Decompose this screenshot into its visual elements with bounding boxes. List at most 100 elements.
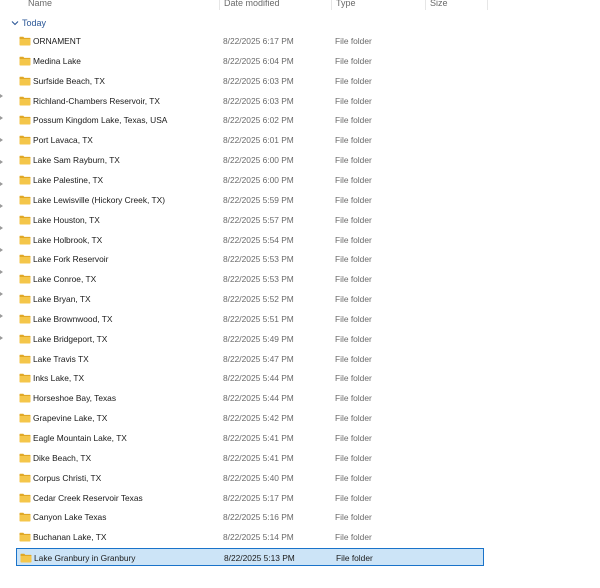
- file-date-modified: 8/22/2025 5:52 PM: [223, 294, 294, 305]
- file-date-modified: 8/22/2025 5:16 PM: [223, 512, 294, 523]
- file-date-modified: 8/22/2025 5:41 PM: [223, 433, 294, 443]
- folder-icon: [19, 493, 31, 503]
- nav-expand-chevron-icon[interactable]: [0, 292, 3, 296]
- file-name: ORNAMENT: [33, 36, 81, 46]
- file-type: File folder: [335, 234, 372, 245]
- file-row[interactable]: Eagle Mountain Lake, TX 8/22/2025 5:41 PM…: [16, 429, 484, 447]
- file-row[interactable]: Lake Bryan, TX 8/22/2025 5:52 PM File fold…: [16, 290, 484, 308]
- file-row-selected[interactable]: Lake Granbury in Granbury 8/22/2025 5:13 …: [16, 548, 484, 567]
- file-row[interactable]: Dike Beach, TX 8/22/2025 5:41 PM File fold…: [16, 449, 484, 467]
- file-row[interactable]: Richland-Chambers Reservoir, TX 8/22/2025…: [16, 92, 484, 110]
- file-row[interactable]: Lake Conroe, TX 8/22/2025 5:53 PM File fol…: [16, 270, 484, 288]
- file-row[interactable]: Lake Holbrook, TX 8/22/2025 5:54 PM File f…: [16, 231, 484, 249]
- file-name: Corpus Christi, TX: [33, 472, 102, 483]
- file-date-modified: 8/22/2025 6:03 PM: [223, 95, 294, 106]
- folder-icon: [19, 136, 31, 145]
- file-type: File folder: [335, 95, 372, 106]
- file-name: Canyon Lake Texas: [33, 512, 107, 523]
- folder-icon: [19, 334, 31, 344]
- folder-icon: [19, 215, 31, 225]
- file-row[interactable]: Surfside Beach, TX 8/22/2025 6:03 PM File …: [16, 72, 484, 90]
- file-row[interactable]: Corpus Christi, TX 8/22/2025 5:40 PM File …: [16, 469, 484, 487]
- file-row[interactable]: Possum Kingdom Lake, Texas, USA 8/22/2025…: [16, 111, 484, 129]
- file-name: Port Lavaca, TX: [33, 135, 93, 146]
- nav-expand-chevron-icon[interactable]: [0, 204, 3, 208]
- column-header-date-modified[interactable]: Date modified: [219, 0, 331, 10]
- file-row[interactable]: Lake Bridgeport, TX 8/22/2025 5:49 PM File…: [16, 330, 484, 348]
- file-type: File folder: [336, 553, 373, 564]
- file-row[interactable]: Lake Palestine, TX 8/22/2025 6:00 PM File …: [16, 171, 484, 189]
- folder-icon: [19, 96, 31, 106]
- file-name: Richland-Chambers Reservoir, TX: [33, 95, 160, 106]
- folder-icon: [19, 175, 31, 185]
- file-date-modified: 8/22/2025 6:00 PM: [223, 155, 294, 166]
- group-header-today[interactable]: Today: [10, 15, 46, 31]
- file-date-modified: 8/22/2025 5:13 PM: [224, 553, 295, 564]
- folder-icon: [19, 116, 31, 125]
- file-name: Lake Bryan, TX: [33, 294, 91, 305]
- nav-expand-chevron-icon[interactable]: [0, 182, 3, 186]
- column-header-type[interactable]: Type: [331, 0, 425, 10]
- file-row[interactable]: Port Lavaca, TX 8/22/2025 6:01 PM File fol…: [16, 131, 484, 149]
- file-row[interactable]: Lake Lewisville (Hickory Creek, TX) 8/22/…: [16, 191, 484, 209]
- file-row[interactable]: Lake Travis TX 8/22/2025 5:47 PM File fold…: [16, 350, 484, 368]
- nav-expand-chevron-icon[interactable]: [0, 248, 3, 252]
- folder-icon: [19, 36, 31, 46]
- column-header-bar: Name Date modified Type Size: [0, 0, 600, 10]
- file-row[interactable]: Cedar Creek Reservoir Texas 8/22/2025 5:1…: [16, 489, 484, 507]
- column-header-end: [487, 0, 497, 10]
- column-header-size[interactable]: Size: [425, 0, 487, 10]
- folder-icon: [19, 533, 31, 542]
- column-header-name[interactable]: Name: [24, 0, 219, 10]
- file-row[interactable]: Medina Lake 8/22/2025 6:04 PM File folder: [16, 52, 484, 70]
- folder-icon: [19, 274, 31, 284]
- file-type: File folder: [335, 36, 372, 46]
- nav-expand-chevron-icon[interactable]: [0, 160, 3, 164]
- nav-expand-chevron-icon[interactable]: [0, 138, 3, 142]
- folder-icon: [19, 453, 31, 463]
- file-row[interactable]: Buchanan Lake, TX 8/22/2025 5:14 PM File f…: [16, 528, 484, 546]
- file-row[interactable]: Lake Houston, TX 8/22/2025 5:57 PM File fo…: [16, 211, 484, 229]
- file-date-modified: 8/22/2025 5:41 PM: [223, 452, 294, 463]
- file-type: File folder: [335, 174, 372, 185]
- nav-expand-chevron-icon[interactable]: [0, 314, 3, 318]
- file-row[interactable]: Horseshoe Bay, Texas 8/22/2025 5:44 PM Fil…: [16, 389, 484, 407]
- file-row[interactable]: Lake Brownwood, TX 8/22/2025 5:51 PM File …: [16, 310, 484, 328]
- file-type: File folder: [335, 532, 372, 543]
- file-row[interactable]: Canyon Lake Texas 8/22/2025 5:16 PM File f…: [16, 508, 484, 526]
- nav-expand-chevron-icon[interactable]: [0, 226, 3, 230]
- file-name: Buchanan Lake, TX: [33, 532, 107, 543]
- nav-expand-chevron-icon[interactable]: [0, 94, 3, 98]
- nav-expand-chevron-icon[interactable]: [0, 270, 3, 274]
- folder-icon: [19, 374, 31, 383]
- file-name: Eagle Mountain Lake, TX: [33, 433, 127, 443]
- file-row[interactable]: Lake Fork Reservoir 8/22/2025 5:53 PM File…: [16, 250, 484, 268]
- file-type: File folder: [335, 155, 372, 166]
- folder-icon: [19, 56, 31, 66]
- file-type: File folder: [335, 512, 372, 523]
- file-date-modified: 8/22/2025 5:49 PM: [223, 333, 294, 344]
- file-row[interactable]: ORNAMENT 8/22/2025 6:17 PM File folder: [16, 32, 484, 50]
- file-name: Dike Beach, TX: [33, 452, 92, 463]
- folder-icon: [19, 76, 31, 86]
- file-name: Possum Kingdom Lake, Texas, USA: [33, 115, 168, 126]
- file-date-modified: 8/22/2025 5:59 PM: [223, 194, 294, 205]
- file-date-modified: 8/22/2025 5:44 PM: [223, 393, 294, 404]
- folder-icon: [19, 433, 31, 443]
- file-name: Surfside Beach, TX: [33, 75, 106, 86]
- file-name: Lake Fork Reservoir: [33, 254, 109, 265]
- file-row[interactable]: Grapevine Lake, TX 8/22/2025 5:42 PM File …: [16, 409, 484, 427]
- file-date-modified: 8/22/2025 5:44 PM: [223, 373, 294, 384]
- folder-icon: [19, 354, 31, 364]
- file-name: Lake Brownwood, TX: [33, 313, 113, 324]
- file-name: Lake Holbrook, TX: [33, 234, 103, 245]
- file-row[interactable]: Lake Sam Rayburn, TX 8/22/2025 6:00 PM Fil…: [16, 151, 484, 169]
- nav-expand-chevron-icon[interactable]: [0, 336, 3, 340]
- file-row[interactable]: Inks Lake, TX 8/22/2025 5:44 PM File folde…: [16, 369, 484, 387]
- file-type: File folder: [335, 294, 372, 305]
- file-name: Lake Bridgeport, TX: [33, 333, 108, 344]
- file-date-modified: 8/22/2025 5:53 PM: [223, 254, 294, 265]
- nav-expand-chevron-icon[interactable]: [0, 116, 3, 120]
- file-date-modified: 8/22/2025 5:42 PM: [223, 413, 294, 424]
- file-date-modified: 8/22/2025 5:53 PM: [223, 274, 294, 285]
